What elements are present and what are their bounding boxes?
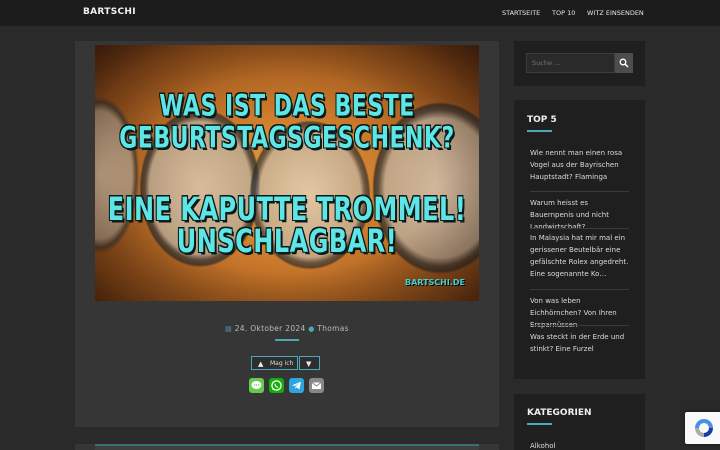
post-author-link[interactable]: Thomas — [317, 324, 349, 333]
meta-divider — [275, 339, 299, 341]
user-icon: ● — [308, 325, 315, 333]
categories-widget: KATEGORIEN Alkohol — [514, 394, 645, 450]
widget-title-underline — [527, 423, 552, 425]
widget-title: KATEGORIEN — [527, 408, 592, 418]
share-email-button[interactable] — [309, 378, 324, 393]
calendar-icon: ▤ — [225, 325, 233, 333]
meme-answer-line-2: UNSCHLAGBAR! — [176, 222, 398, 260]
thumbs-up-icon: ▲ — [258, 360, 264, 368]
thumbs-down-icon: ▼ — [306, 360, 312, 368]
next-post-image-edge — [95, 444, 479, 450]
nav-item-witz-einsenden[interactable]: WITZ EINSENDEN — [587, 9, 644, 17]
widget-title: TOP 5 — [527, 115, 557, 125]
search-button[interactable] — [615, 53, 633, 73]
image-vignette — [95, 45, 479, 301]
image-watermark: BARTSCHI.DE — [405, 278, 465, 287]
like-button[interactable]: ▲ Mag ich — [251, 356, 298, 370]
post-meta: ▤ 24. Oktober 2024 ● Thomas — [75, 324, 499, 333]
category-item-alkohol[interactable]: Alkohol — [530, 442, 555, 450]
search-input[interactable] — [526, 53, 615, 73]
list-divider — [530, 325, 629, 326]
dislike-button[interactable]: ▼ — [299, 356, 320, 370]
post-image[interactable]: WAS IST DAS BESTE GEBURTSTAGSGESCHENK? E… — [95, 45, 479, 301]
recaptcha-badge[interactable] — [685, 412, 720, 444]
list-divider — [530, 289, 629, 290]
share-whatsapp-button[interactable] — [269, 378, 284, 393]
top-list-item[interactable]: In Malaysia hat mir mal ein gerissener B… — [530, 232, 630, 280]
site-brand-link[interactable]: BARTSCHI — [83, 7, 136, 17]
nav-item-top-10[interactable]: TOP 10 — [552, 9, 575, 17]
share-telegram-button[interactable] — [289, 378, 304, 393]
search-widget — [514, 41, 645, 86]
recaptcha-icon — [695, 419, 713, 437]
top-5-widget: TOP 5 Wie nennt man einen rosa Vogel aus… — [514, 100, 645, 379]
meme-question-line-2: GEBURTSTAGSGESCHENK? — [119, 121, 455, 156]
list-divider — [530, 228, 629, 229]
search-icon — [619, 58, 629, 68]
widget-title-underline — [527, 130, 552, 132]
top-list-item[interactable]: Was steckt in der Erde und stinkt? Eine … — [530, 331, 630, 355]
post-date-link[interactable]: 24. Oktober 2024 — [235, 324, 306, 333]
top-list-item[interactable]: Wie nennt man einen rosa Vogel aus der B… — [530, 147, 630, 183]
telegram-icon — [292, 381, 301, 390]
top-navigation-bar: BARTSCHI STARTSEITE TOP 10 WITZ EINSENDE… — [0, 0, 720, 26]
share-sms-button[interactable] — [249, 378, 264, 393]
next-post-card — [75, 444, 499, 450]
email-icon — [311, 382, 322, 389]
nav-item-startseite[interactable]: STARTSEITE — [502, 9, 540, 17]
meme-question-line-1: WAS IST DAS BESTE — [159, 89, 415, 124]
list-divider — [530, 191, 629, 192]
sms-icon — [251, 381, 262, 389]
like-button-label: Mag ich — [270, 360, 294, 367]
whatsapp-icon — [271, 380, 282, 391]
